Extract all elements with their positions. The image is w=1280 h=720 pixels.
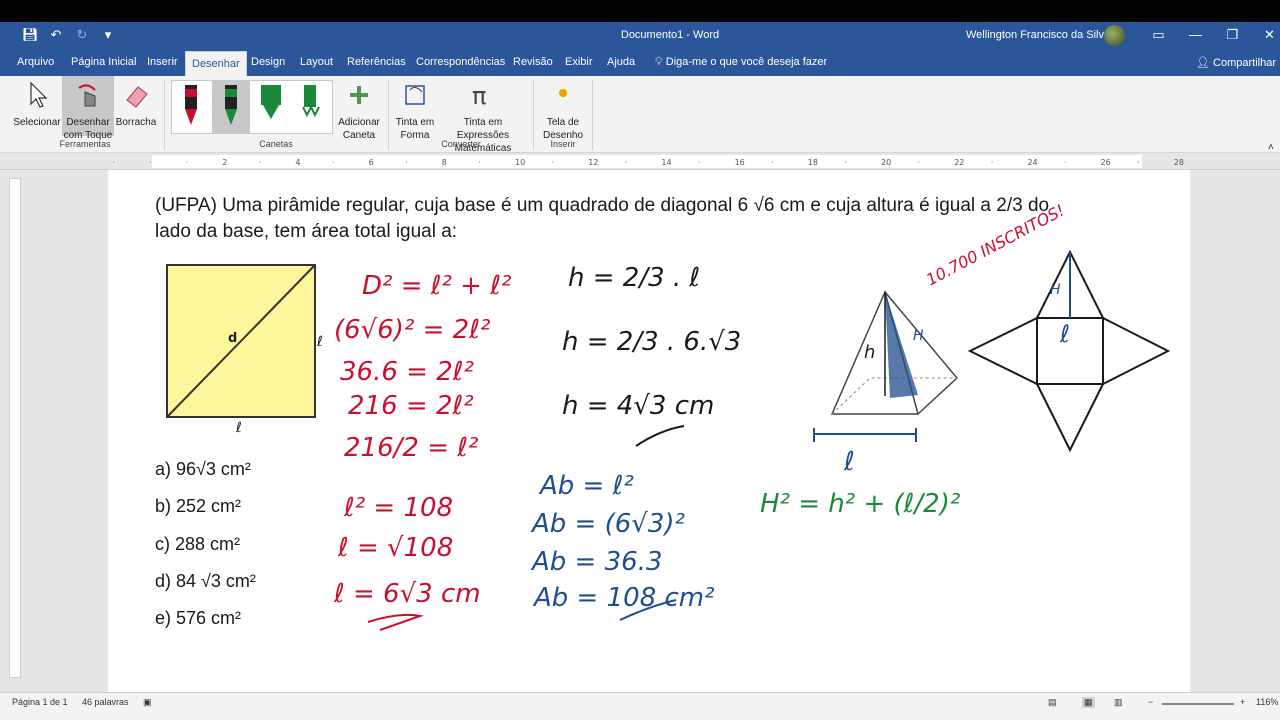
base-measure-line — [813, 428, 917, 442]
zoom-out-icon[interactable]: − — [1148, 697, 1153, 707]
blue-ink-line: Ab = 108 cm² — [532, 583, 715, 613]
blue-ink-line: Ab = ℓ² — [538, 471, 634, 501]
net-left-triangle — [967, 317, 1038, 385]
black-ink-line: h = 4√3 cm — [562, 391, 714, 421]
red-ink-line: (6√6)² = 2ℓ² — [334, 315, 490, 345]
pyramid-base-label: ℓ — [843, 447, 855, 477]
red-ink-line: 36.6 = 2ℓ² — [340, 357, 474, 387]
red-ink-line: 216/2 = ℓ² — [344, 433, 478, 463]
page-count[interactable]: Página 1 de 1 — [12, 697, 68, 707]
zoom-slider[interactable] — [1162, 703, 1234, 705]
black-ink-line: h = 2/3 . 6.√3 — [562, 327, 741, 357]
blue-ink-group: Ab = ℓ² Ab = (6√3)² Ab = 36.3 Ab = 108 c… — [530, 471, 715, 613]
zoom-in-icon[interactable]: + — [1240, 697, 1245, 707]
green-ink-formula: H² = h² + (ℓ/2)² — [760, 489, 960, 519]
read-mode-icon[interactable]: ▤ — [1048, 697, 1057, 708]
pyramid-H-label: H — [913, 328, 924, 344]
net-base-square — [1036, 317, 1104, 385]
web-layout-icon[interactable]: ▥ — [1114, 697, 1123, 708]
red-ink-line: D² = ℓ² + ℓ² — [362, 271, 511, 301]
black-ink-line: h = 2/3 . ℓ — [568, 263, 700, 293]
pyramid-drawing: h H ℓ — [813, 289, 959, 477]
black-underline — [635, 425, 685, 447]
status-bar: Página 1 de 1 46 palavras ▣ ▤ ▦ ▥ − + 11… — [0, 692, 1280, 720]
red-ink-group: D² = ℓ² + ℓ² (6√6)² = 2ℓ² 36.6 = 2ℓ² 216… — [333, 271, 511, 609]
word-count[interactable]: 46 palavras — [82, 697, 129, 707]
black-ink-group: h = 2/3 . ℓ h = 2/3 . 6.√3 h = 4√3 cm — [562, 263, 741, 421]
subscribers-note: 10.700 INSCRITOS! — [923, 201, 1068, 290]
pyramid-h-label: h — [864, 342, 875, 363]
red-ink-line: ℓ = √108 — [337, 533, 453, 563]
pyramid-apothem-triangle — [885, 292, 918, 398]
blue-ink-line: Ab = (6√3)² — [530, 509, 685, 539]
proofing-icon[interactable]: ▣ — [143, 697, 152, 708]
red-ink-line: ℓ² = 108 — [343, 493, 453, 523]
net-bottom-triangle — [1036, 383, 1104, 453]
pyramid-net-drawing — [967, 249, 1171, 453]
net-l-label: ℓ — [1059, 320, 1070, 348]
blue-ink-line: Ab = 36.3 — [530, 547, 663, 577]
zoom-level[interactable]: 116% — [1256, 697, 1278, 707]
net-H-label: H — [1050, 282, 1061, 298]
red-ink-line: ℓ = 6√3 cm — [333, 579, 481, 609]
net-right-triangle — [1102, 317, 1171, 385]
ink-overlay: D² = ℓ² + ℓ² (6√6)² = 2ℓ² 36.6 = 2ℓ² 216… — [333, 201, 1171, 631]
red-ink-line: 216 = 2ℓ² — [348, 391, 474, 421]
print-layout-icon[interactable]: ▦ — [1082, 697, 1095, 708]
red-underline — [367, 613, 424, 631]
